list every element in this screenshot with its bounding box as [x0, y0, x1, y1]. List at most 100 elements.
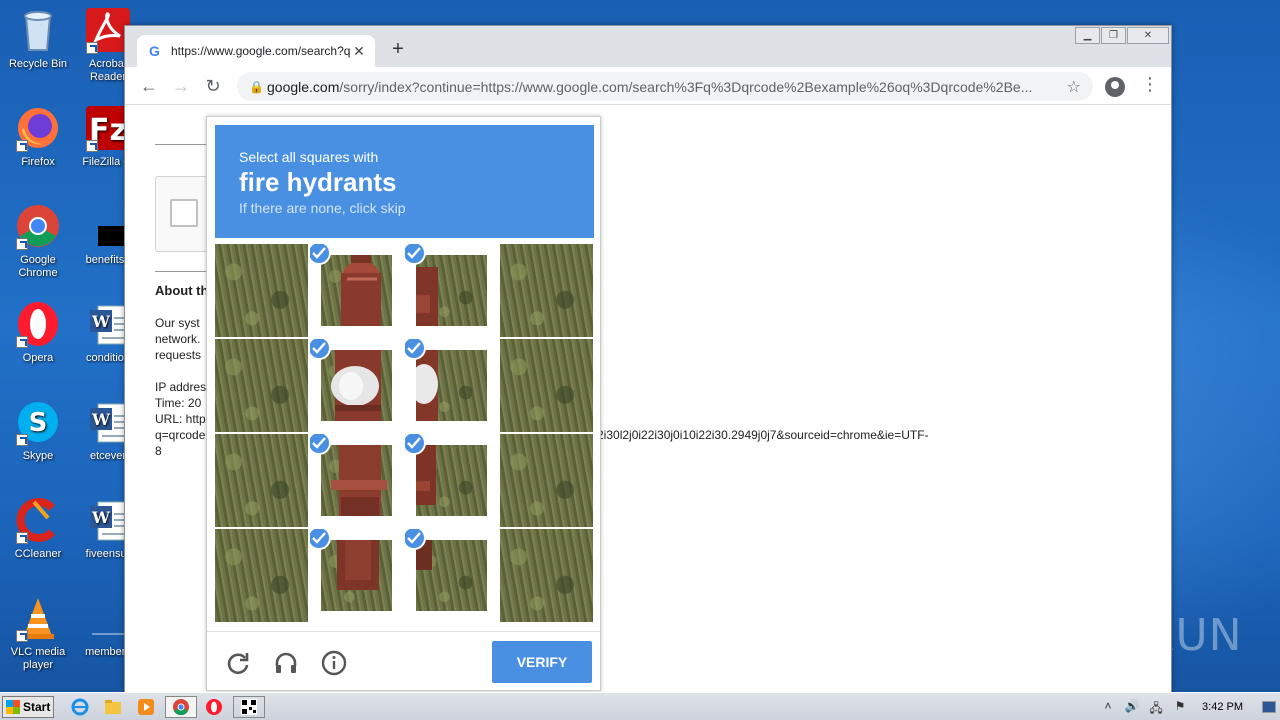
- challenge-tile[interactable]: [310, 434, 403, 527]
- challenge-tile[interactable]: [310, 529, 403, 622]
- show-desktop-icon[interactable]: [1262, 701, 1276, 713]
- clock[interactable]: 3:42 PM: [1202, 701, 1243, 713]
- challenge-instruction: Select all squares with: [239, 149, 379, 165]
- challenge-tile[interactable]: [405, 434, 498, 527]
- challenge-tile[interactable]: [310, 244, 403, 337]
- para-line-3: requests: [155, 348, 202, 362]
- start-label: Start: [23, 700, 51, 714]
- forward-button[interactable]: →: [169, 74, 193, 98]
- not-a-robot-checkbox[interactable]: [170, 199, 198, 227]
- firefox-icon: [14, 104, 62, 152]
- minimize-button[interactable]: ▁: [1075, 27, 1100, 44]
- last-line: 8: [155, 444, 162, 458]
- challenge-tile[interactable]: [215, 529, 308, 622]
- lock-icon: 🔒: [249, 79, 264, 94]
- challenge-tile[interactable]: [310, 339, 403, 432]
- taskbar-media-player-icon[interactable]: [132, 696, 160, 718]
- back-button[interactable]: ←: [137, 74, 161, 98]
- challenge-tile[interactable]: [405, 339, 498, 432]
- desktop-icon-label: CCleaner: [14, 548, 62, 560]
- address-url[interactable]: google.com/sorry/index?continue=https://…: [267, 79, 1061, 95]
- ccleaner-icon: [14, 496, 62, 544]
- desktop-icon-vlc[interactable]: VLC media player: [0, 594, 76, 672]
- tab-title: https://www.google.com/search?q=: [171, 44, 351, 58]
- challenge-tile[interactable]: [500, 244, 593, 337]
- recaptcha-challenge: Select all squares with fire hydrants If…: [206, 116, 601, 691]
- vlc-icon: [14, 594, 62, 642]
- taskbar-opera-icon[interactable]: [200, 696, 228, 718]
- tab-strip: G https://www.google.com/search?q= ✕ + ▁…: [125, 26, 1171, 67]
- challenge-tile[interactable]: [500, 529, 593, 622]
- challenge-grid: [215, 244, 594, 623]
- challenge-tile[interactable]: [215, 339, 308, 432]
- system-tray: ˄ 🔊 🖧 ⚑ 3:42 PM: [1096, 693, 1280, 720]
- desktop-icon-skype[interactable]: S Skype: [0, 398, 76, 463]
- challenge-tile[interactable]: [405, 244, 498, 337]
- audio-challenge-icon[interactable]: [273, 650, 299, 676]
- close-window-button[interactable]: ✕: [1127, 27, 1169, 44]
- svg-text:W: W: [91, 508, 111, 527]
- desktop-icon-label: Google Chrome: [18, 254, 58, 279]
- chrome-icon: [14, 202, 62, 250]
- skype-icon: S: [14, 398, 62, 446]
- challenge-tile[interactable]: [215, 434, 308, 527]
- restore-button[interactable]: ❐: [1101, 27, 1126, 44]
- challenge-tile[interactable]: [215, 244, 308, 337]
- address-bar[interactable]: 🔒 google.com/sorry/index?continue=https:…: [237, 72, 1093, 101]
- query-line: q=qrcode: [155, 428, 206, 442]
- taskbar: Start ˄ 🔊 🖧 ⚑ 3:42 PM: [0, 692, 1280, 720]
- profile-avatar-icon[interactable]: [1105, 77, 1125, 97]
- tab-close-icon[interactable]: ✕: [351, 43, 367, 60]
- challenge-footer: VERIFY: [207, 631, 600, 691]
- svg-text:S: S: [29, 408, 48, 438]
- challenge-tile[interactable]: [500, 339, 593, 432]
- svg-text:W: W: [91, 312, 111, 331]
- google-favicon-icon: G: [149, 43, 160, 59]
- taskbar-explorer-icon[interactable]: [99, 696, 127, 718]
- tray-chevron-icon[interactable]: ˄: [1099, 699, 1117, 715]
- menu-kebab-icon[interactable]: ⋮: [1141, 74, 1159, 95]
- tab-active[interactable]: G https://www.google.com/search?q= ✕: [137, 35, 375, 67]
- url-line: URL: http: [155, 412, 206, 426]
- challenge-tile[interactable]: [500, 434, 593, 527]
- url-tail-text: 2i30l2j0i22i30j0i10i22i30.2949j0j7&sourc…: [597, 428, 929, 442]
- para-line-2: network.: [155, 332, 201, 346]
- tray-network-icon[interactable]: 🖧: [1147, 699, 1165, 715]
- desktop-icon-ccleaner[interactable]: CCleaner: [0, 496, 76, 561]
- reload-button[interactable]: ↻: [201, 74, 225, 98]
- taskbar-ie-icon[interactable]: [66, 696, 94, 718]
- desktop-icon-recycle-bin[interactable]: Recycle Bin: [0, 6, 76, 71]
- challenge-header: Select all squares with fire hydrants If…: [215, 125, 594, 238]
- desktop-icon-firefox[interactable]: Firefox: [0, 104, 76, 169]
- windows-logo-icon: [6, 700, 20, 714]
- info-icon[interactable]: [321, 650, 347, 676]
- desktop-icon-label: VLC media player: [10, 646, 66, 671]
- challenge-target: fire hydrants: [239, 167, 397, 197]
- desktop-icon-label: Firefox: [21, 156, 55, 168]
- time-line: Time: 20: [155, 396, 202, 410]
- window-controls: ▁ ❐ ✕: [1074, 27, 1169, 45]
- bookmark-star-icon[interactable]: ☆: [1061, 77, 1081, 97]
- opera-icon: [14, 300, 62, 348]
- verify-button[interactable]: VERIFY: [492, 641, 592, 683]
- challenge-tile[interactable]: [405, 529, 498, 622]
- taskbar-chrome-icon[interactable]: [165, 696, 197, 718]
- tray-volume-icon[interactable]: 🔊: [1123, 699, 1141, 715]
- ip-address-line: IP addres: [155, 380, 207, 394]
- challenge-hint: If there are none, click skip: [239, 200, 406, 216]
- para-line-1: Our syst: [155, 316, 200, 330]
- reload-challenge-icon[interactable]: [225, 650, 251, 676]
- recycle-bin-icon: [14, 6, 62, 54]
- start-button[interactable]: Start: [2, 696, 54, 718]
- desktop-icon-chrome[interactable]: Google Chrome: [0, 202, 76, 280]
- desktop-icon-label: Opera: [22, 352, 54, 364]
- about-heading: About th: [155, 283, 209, 298]
- desktop-icon-label: Recycle Bin: [8, 58, 68, 70]
- desktop-icon-opera[interactable]: Opera: [0, 300, 76, 365]
- browser-toolbar: ← → ↻ 🔒 google.com/sorry/index?continue=…: [125, 67, 1171, 105]
- svg-text:W: W: [91, 410, 111, 429]
- desktop-icon-label: Skype: [22, 450, 54, 462]
- new-tab-button[interactable]: +: [387, 38, 409, 60]
- taskbar-qr-app-icon[interactable]: [233, 696, 265, 718]
- tray-flag-icon[interactable]: ⚑: [1171, 699, 1189, 715]
